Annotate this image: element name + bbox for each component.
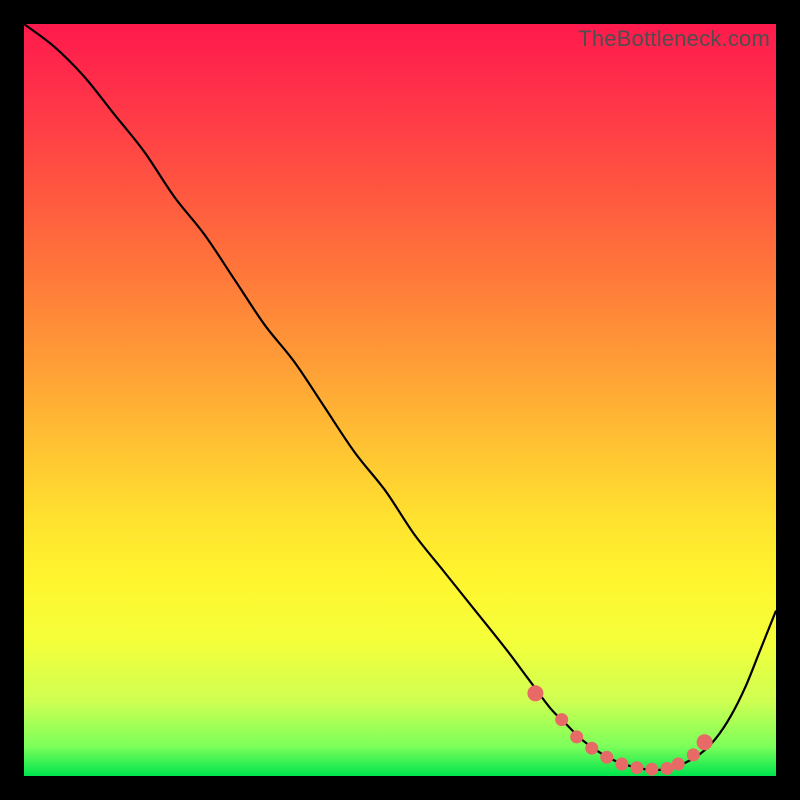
highlight-dot: [600, 751, 613, 764]
highlight-dot: [661, 762, 674, 775]
highlight-dot: [527, 685, 543, 701]
chart-frame: TheBottleneck.com: [0, 0, 800, 800]
highlight-dot: [555, 713, 568, 726]
highlight-dot: [697, 734, 713, 750]
plot-area: TheBottleneck.com: [24, 24, 776, 776]
highlight-dots: [24, 24, 776, 776]
watermark-text: TheBottleneck.com: [578, 26, 770, 52]
highlight-dot: [672, 758, 685, 771]
highlight-dot: [687, 748, 700, 761]
highlight-dot: [570, 730, 583, 743]
highlight-dot: [585, 742, 598, 755]
highlight-dot: [645, 763, 658, 776]
highlight-dot: [630, 761, 643, 774]
highlight-dot: [615, 758, 628, 771]
